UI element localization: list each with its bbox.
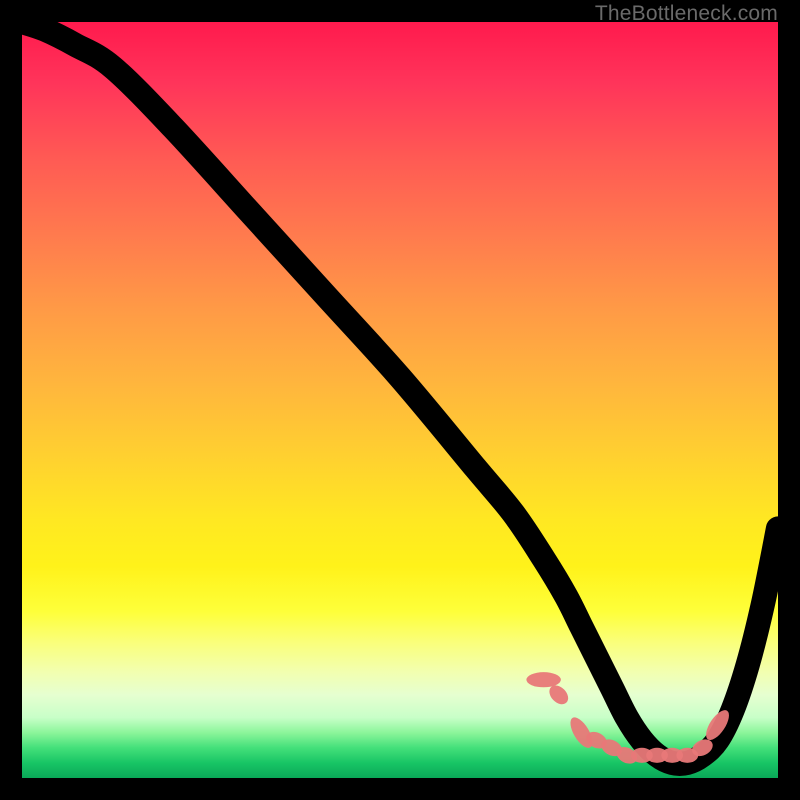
chart-svg xyxy=(22,22,778,778)
plot-area xyxy=(22,22,778,778)
chart-stage: TheBottleneck.com xyxy=(0,0,800,800)
marker-point xyxy=(526,672,560,687)
bottleneck-curve xyxy=(22,22,778,764)
